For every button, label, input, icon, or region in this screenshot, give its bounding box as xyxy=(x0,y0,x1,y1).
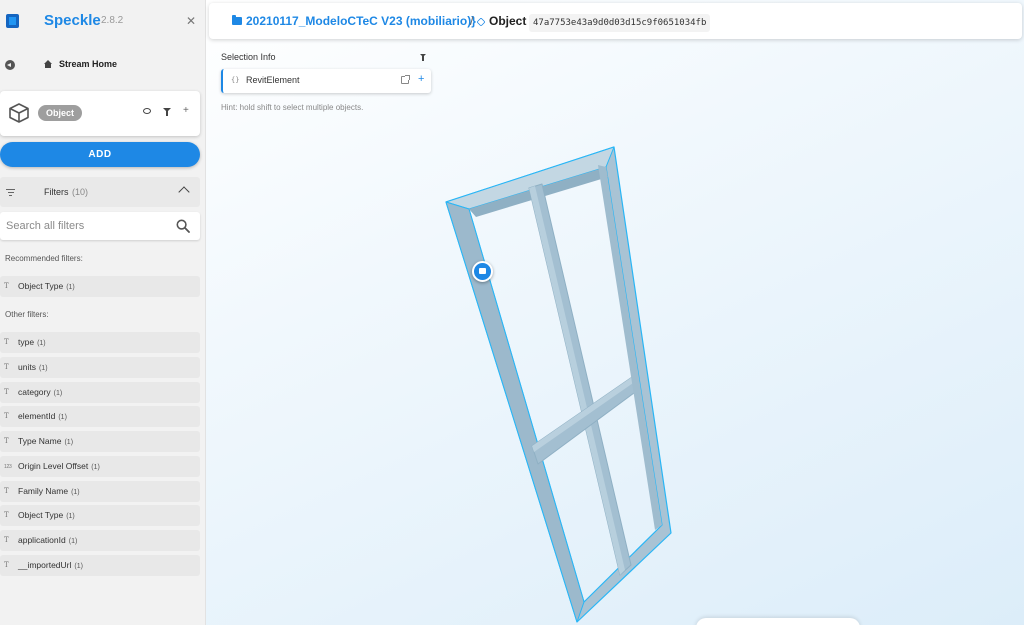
filter-item[interactable]: T __importedUrl (1) xyxy=(0,555,200,576)
filter-search-input[interactable] xyxy=(6,218,166,234)
selection-item-label: RevitElement xyxy=(246,75,300,85)
filter-label: elementId xyxy=(18,411,56,421)
text-type-icon: T xyxy=(4,282,9,290)
filter-item[interactable]: T category (1) xyxy=(0,382,200,403)
text-type-icon: T xyxy=(4,338,9,346)
search-icon[interactable] xyxy=(176,219,190,233)
text-type-icon: T xyxy=(4,412,9,420)
filter-count: (1) xyxy=(68,538,78,545)
sidebar: Speckle 2.8.2 ✕ Stream Home Object + ADD… xyxy=(0,0,206,625)
filter-item[interactable]: 123 Origin Level Offset (1) xyxy=(0,456,200,477)
text-type-icon: T xyxy=(4,487,9,495)
filter-label: units xyxy=(18,362,36,372)
add-button[interactable]: ADD xyxy=(0,142,200,167)
filter-item[interactable]: T Object Type (1) xyxy=(0,276,200,297)
object-card: Object + xyxy=(0,91,200,136)
object-chip[interactable]: Object xyxy=(38,105,83,121)
object-icon xyxy=(476,17,486,27)
text-type-icon: T xyxy=(4,363,9,371)
breadcrumb-separator: / xyxy=(470,14,474,28)
filter-label: Object Type xyxy=(18,281,64,291)
filter-search-box xyxy=(0,212,200,240)
3d-model-window-frame[interactable] xyxy=(206,0,1024,625)
text-type-icon: T xyxy=(4,437,9,445)
app-version: 2.8.2 xyxy=(101,15,124,26)
comment-bubble-icon[interactable] xyxy=(472,261,493,282)
filter-item[interactable]: T units (1) xyxy=(0,357,200,378)
filter-count: (1) xyxy=(74,563,83,570)
filter-item[interactable]: T type (1) xyxy=(0,332,200,353)
text-type-icon: T xyxy=(4,536,9,544)
filter-label: __importedUrl xyxy=(18,560,72,570)
object-id[interactable]: 47a7753e43a9d0d03d15c9f0651034fb xyxy=(529,14,711,32)
3d-viewer[interactable]: 20210117_ModeloCTeC V23 (mobiliario)} / … xyxy=(206,0,1024,625)
plus-icon[interactable]: + xyxy=(418,73,424,85)
filter-count: (1) xyxy=(38,365,48,372)
filter-label: applicationId xyxy=(18,535,66,545)
chevron-up-icon[interactable] xyxy=(178,186,190,198)
filter-item[interactable]: T Type Name (1) xyxy=(0,431,200,452)
close-icon[interactable]: ✕ xyxy=(186,14,196,28)
selection-hint: Hint: hold shift to select multiple obje… xyxy=(221,103,364,112)
filter-count: (1) xyxy=(53,390,63,397)
speckle-logo-icon xyxy=(6,14,19,28)
filter-list-icon xyxy=(6,189,15,197)
recommended-filters-label: Recommended filters: xyxy=(5,254,83,263)
viewer-toolbar[interactable] xyxy=(696,618,860,625)
filter-label: type xyxy=(18,337,35,347)
filter-icon[interactable] xyxy=(163,108,171,116)
filter-label: category xyxy=(18,387,51,397)
eye-icon[interactable] xyxy=(143,108,151,114)
filter-label: Type Name xyxy=(18,436,62,446)
selection-item[interactable]: {} RevitElement + xyxy=(221,69,431,93)
filter-count: (1) xyxy=(71,489,80,496)
filter-item[interactable]: T Object Type (1) xyxy=(0,505,200,526)
sidebar-header: Speckle 2.8.2 ✕ xyxy=(0,0,205,44)
object-title: Object xyxy=(489,14,527,28)
cube-icon xyxy=(9,103,29,123)
filter-count: (1) xyxy=(91,464,100,471)
filters-title: Filters xyxy=(44,187,69,197)
other-filters-label: Other filters: xyxy=(5,310,49,319)
filter-label: Object Type xyxy=(18,510,64,520)
back-arrow-icon[interactable] xyxy=(5,60,15,70)
filter-count: (1) xyxy=(66,284,75,291)
filters-header[interactable]: Filters (10) xyxy=(0,177,200,207)
plus-icon[interactable]: + xyxy=(183,105,189,116)
filter-item[interactable]: T Family Name (1) xyxy=(0,481,200,502)
filter-count: (1) xyxy=(66,513,75,520)
braces-icon: {} xyxy=(231,76,240,84)
stream-home-link[interactable]: Stream Home xyxy=(59,59,117,69)
filter-count: (1) xyxy=(64,439,74,446)
filter-icon[interactable] xyxy=(420,54,426,61)
selection-info-title: Selection Info xyxy=(221,52,276,62)
breadcrumb: 20210117_ModeloCTeC V23 (mobiliario)} / … xyxy=(209,3,1022,39)
text-type-icon: T xyxy=(4,511,9,519)
filters-count: (10) xyxy=(72,187,89,197)
filter-count: (1) xyxy=(58,414,67,421)
open-in-new-icon[interactable] xyxy=(401,75,410,84)
number-type-icon: 123 xyxy=(4,464,12,470)
home-icon[interactable] xyxy=(44,60,52,68)
filter-item[interactable]: T applicationId (1) xyxy=(0,530,200,551)
text-type-icon: T xyxy=(4,561,9,569)
filter-item[interactable]: T elementId (1) xyxy=(0,406,200,427)
filter-label: Family Name xyxy=(18,486,69,496)
text-type-icon: T xyxy=(4,388,9,396)
folder-icon xyxy=(232,15,242,25)
app-name: Speckle xyxy=(44,12,101,29)
filter-label: Origin Level Offset xyxy=(18,461,89,471)
stream-link[interactable]: 20210117_ModeloCTeC V23 (mobiliario)} xyxy=(246,14,476,28)
filter-count: (1) xyxy=(37,340,46,347)
